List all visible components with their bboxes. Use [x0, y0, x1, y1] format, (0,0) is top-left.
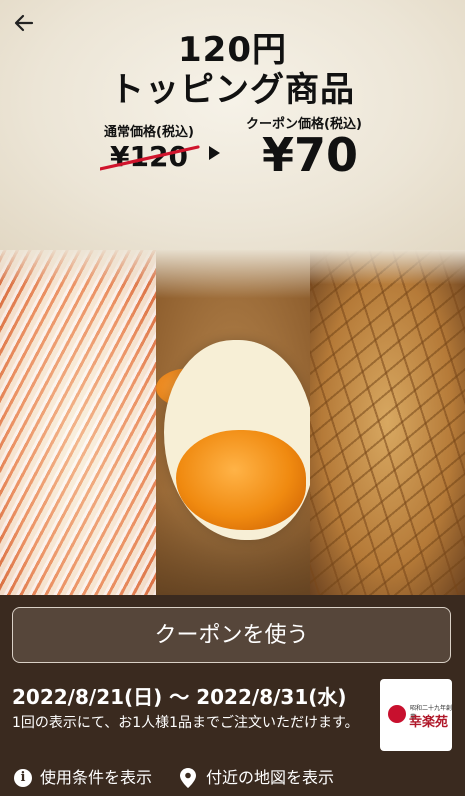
- show-terms-label: 使用条件を表示: [40, 768, 153, 787]
- brand-logo: 昭和二十九年創業 幸楽苑: [380, 679, 452, 751]
- photo-negi-topping: [0, 250, 156, 595]
- logo-mark-icon: [388, 705, 406, 723]
- normal-price-label: 通常価格(税込): [104, 125, 194, 140]
- price-arrow-icon: [209, 146, 220, 160]
- map-pin-icon: [180, 768, 196, 788]
- coupon-price-value: ¥70: [262, 128, 359, 182]
- strike-through-line: [100, 145, 200, 171]
- title-product: トッピング商品: [110, 70, 355, 110]
- logo-name: 幸楽苑: [409, 715, 449, 730]
- product-photos: [0, 250, 465, 595]
- show-map-label: 付近の地図を表示: [206, 768, 335, 787]
- coupon-footer: クーポンを使う 2022/8/21(日) 〜 2022/8/31(水) 1回の表…: [0, 595, 465, 796]
- use-coupon-button[interactable]: クーポンを使う: [12, 607, 451, 663]
- egg-yolk: [176, 430, 306, 530]
- coupon-note: 1回の表示にて、お1人様1品までご注文いただけます。: [12, 715, 359, 731]
- photo-ajitama-egg: [156, 250, 310, 595]
- info-icon: i: [14, 769, 32, 787]
- photo-menma: [310, 250, 465, 595]
- coupon-period: 2022/8/21(日) 〜 2022/8/31(水): [12, 685, 347, 709]
- coupon-hero: 120円 トッピング商品 通常価格(税込) ¥120 クーポン価格(税込) ¥7…: [0, 0, 465, 250]
